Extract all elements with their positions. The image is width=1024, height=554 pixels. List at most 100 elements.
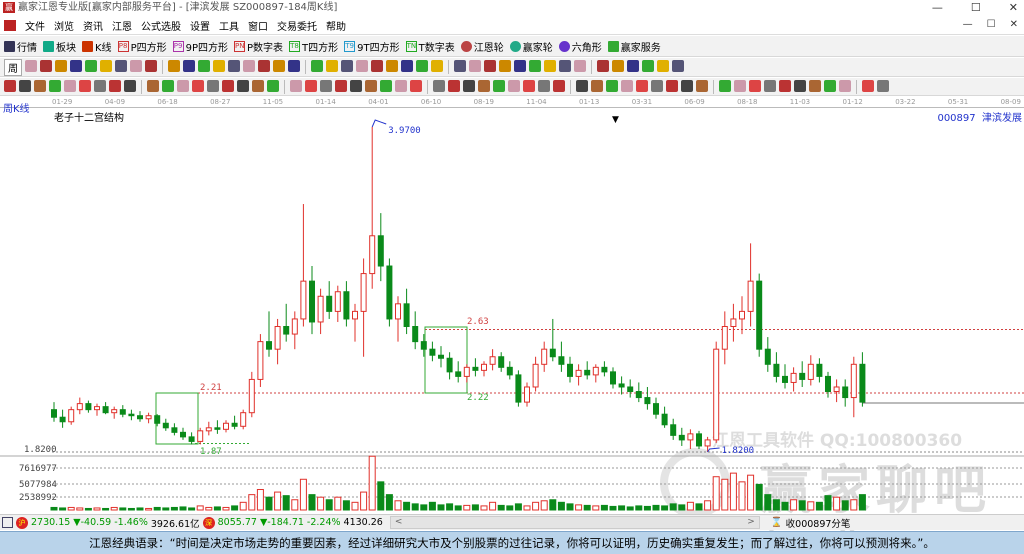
candle-down	[764, 348, 771, 365]
candle-up	[395, 303, 401, 320]
volume-bar	[179, 506, 187, 511]
candle-up	[575, 369, 582, 377]
candle-down	[154, 415, 161, 424]
candle-up	[739, 310, 745, 320]
candle-down	[283, 326, 290, 335]
volume-bar	[772, 499, 780, 511]
volume-bar	[299, 478, 307, 511]
candle-down	[102, 406, 109, 414]
candle-up	[111, 409, 118, 414]
candle-down	[455, 371, 462, 377]
candle-up	[291, 318, 298, 335]
volume-bar	[540, 500, 548, 511]
volume-bar	[153, 506, 161, 511]
candle-up	[747, 280, 754, 312]
shanghai-index-icon[interactable]: 沪	[16, 516, 28, 529]
candle-down	[429, 348, 436, 356]
volume-bar	[110, 506, 118, 511]
candle-down	[403, 303, 410, 328]
candle-down	[670, 424, 677, 436]
volume-bar	[256, 489, 264, 511]
ticker-scrollbar[interactable]: < >	[389, 516, 760, 529]
candle-down	[412, 326, 419, 343]
volume-bar	[764, 494, 772, 511]
ticker-label[interactable]: 收000897分笔	[786, 516, 851, 530]
volume-bar	[497, 504, 505, 511]
candle-up	[807, 363, 814, 380]
volume-bar	[50, 506, 58, 511]
volume-bar	[661, 505, 669, 511]
sh-index-change: ▼-40.59	[73, 517, 112, 528]
candle-down	[678, 434, 685, 441]
volume-bar	[704, 500, 712, 511]
scroll-left-button[interactable]: <	[395, 517, 403, 527]
volume-axis-label: 7616977	[19, 464, 57, 474]
candle-up	[257, 341, 264, 380]
candle-down	[635, 391, 642, 399]
volume-bar	[729, 472, 737, 511]
volume-bar	[841, 500, 849, 511]
sz-index-amount: 4130.26	[343, 517, 383, 528]
calculator-icon[interactable]	[2, 517, 13, 528]
volume-bar	[127, 507, 135, 511]
candle-down	[386, 265, 393, 320]
sh-index-value: 2730.15	[31, 517, 71, 528]
level-mid-label: 2.21	[200, 383, 222, 393]
candle-down	[51, 409, 57, 418]
volume-bar	[583, 504, 591, 511]
candle-down	[799, 372, 806, 380]
candle-down	[618, 383, 625, 388]
candle-up	[145, 415, 152, 420]
sz-index-value: 8055.77	[217, 517, 257, 528]
candle-down	[558, 356, 565, 365]
volume-bar	[747, 474, 755, 511]
quote-banner: 江恩经典语录：“时间是决定市场走势的重要因素，经过详细研究大市及个别股票的过往记…	[0, 531, 1024, 554]
volume-bar	[471, 504, 479, 511]
sh-index-pct: -1.46%	[114, 517, 148, 528]
volume-bar	[67, 506, 75, 511]
candle-up	[687, 433, 694, 441]
ticker-icon: ⌛	[770, 517, 783, 528]
candle-up	[360, 273, 367, 312]
volume-bar	[824, 495, 832, 511]
candle-down	[137, 415, 143, 420]
gann-box-2	[424, 326, 468, 394]
candle-down	[653, 403, 659, 415]
volume-bar	[334, 496, 342, 511]
volume-bar	[807, 501, 815, 511]
volume-bar	[162, 507, 170, 511]
volume-bar	[308, 494, 316, 511]
volume-bar	[506, 505, 514, 511]
shenzhen-index-icon[interactable]: 深	[202, 516, 215, 529]
candle-up	[850, 363, 857, 399]
candle-up	[721, 326, 728, 350]
scroll-right-button[interactable]: >	[747, 517, 755, 527]
volume-bar	[325, 499, 333, 511]
volume-bar	[566, 503, 574, 511]
sz-index-pct: -2.24%	[306, 517, 341, 528]
volume-bar	[695, 503, 703, 511]
volume-bar	[213, 506, 221, 511]
volume-bar	[222, 506, 230, 511]
volume-bar	[394, 500, 402, 511]
candle-up	[223, 422, 229, 430]
volume-bar	[557, 501, 565, 511]
candle-up	[369, 235, 376, 275]
volume-bar	[790, 499, 798, 511]
volume-bar	[721, 478, 729, 511]
candle-down	[584, 369, 591, 376]
volume-bar	[446, 503, 454, 511]
candle-down	[420, 341, 427, 350]
volume-bar	[377, 481, 385, 511]
volume-bar	[205, 506, 213, 511]
volume-bar	[686, 501, 694, 511]
candle-up	[205, 427, 212, 432]
candle-down	[343, 291, 350, 320]
kline-chart[interactable]: 3.9700 1.8200 2.63 2.21 1.87 2.22 1.8200 761697…	[0, 0, 1024, 514]
candle-up	[790, 372, 797, 383]
candle-down	[842, 386, 849, 399]
volume-bar	[514, 503, 522, 511]
volume-bar	[231, 505, 239, 511]
price-axis-label: 1.8200	[24, 445, 57, 455]
status-bar: 沪 2730.15 ▼-40.59 -1.46% 3926.61亿 深 8055…	[0, 514, 1024, 530]
